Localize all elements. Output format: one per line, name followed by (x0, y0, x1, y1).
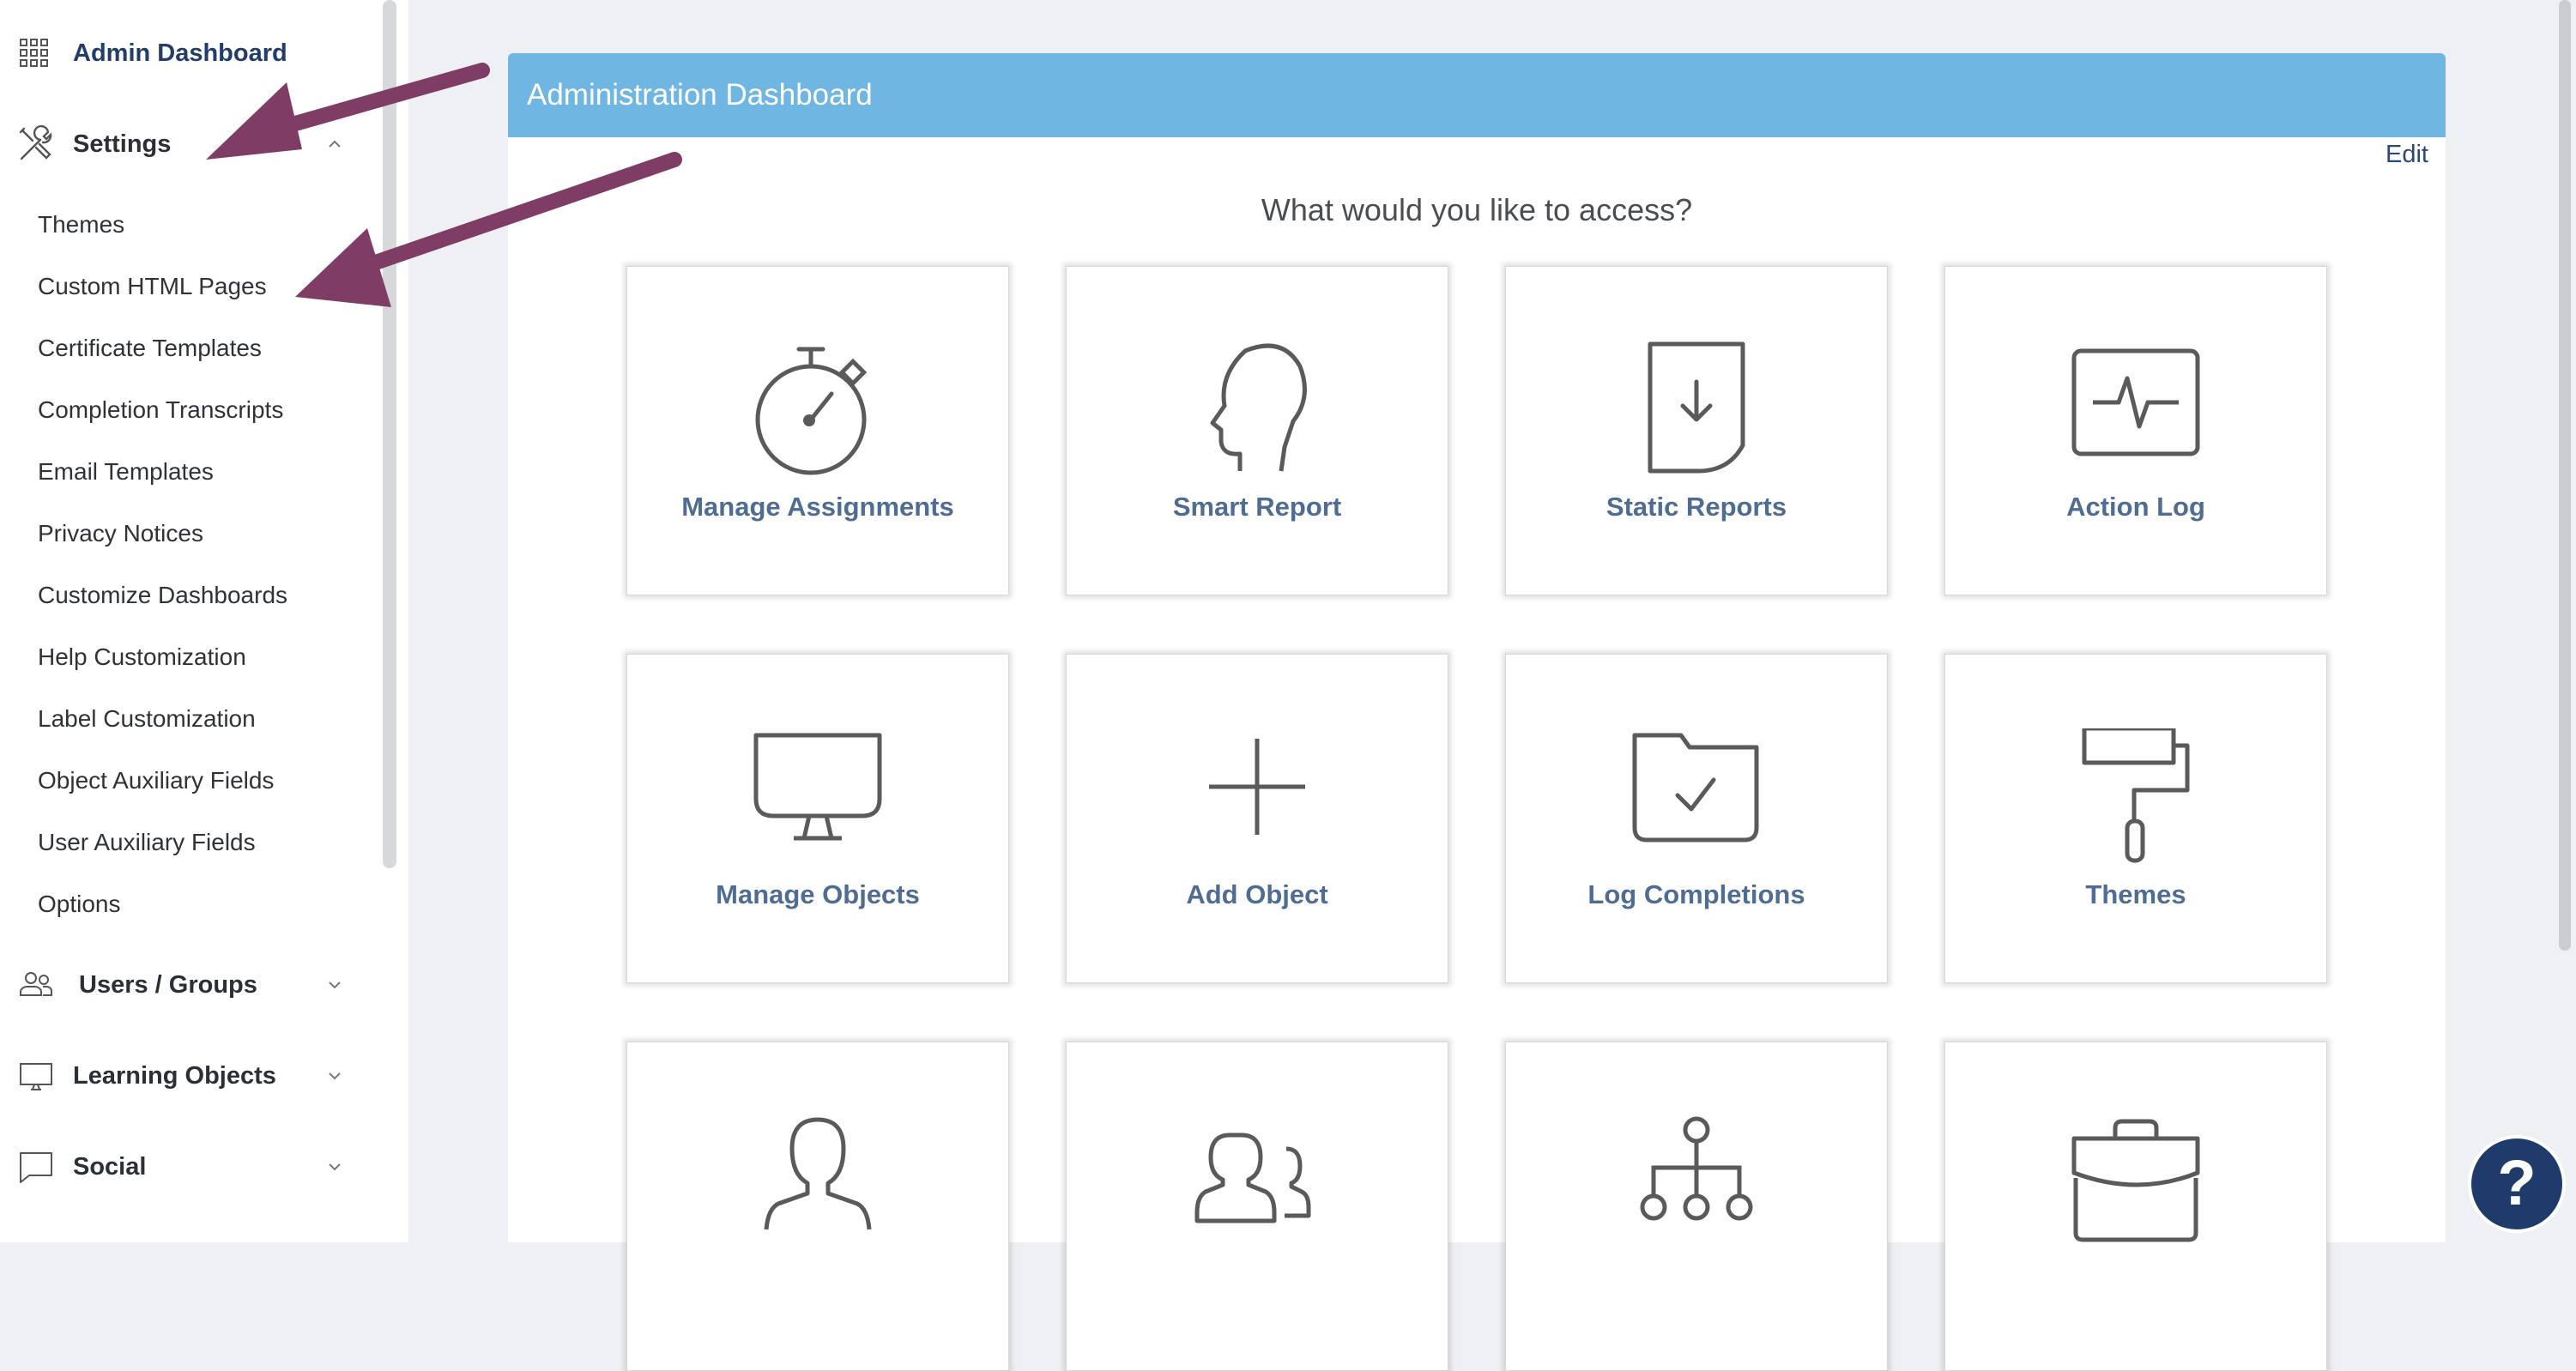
arrow-to-custom-html-pages (295, 152, 682, 307)
annotation-arrows (206, 63, 682, 307)
arrow-to-settings (206, 63, 490, 160)
help-button[interactable]: ? (2468, 1135, 2566, 1233)
page-scrollbar[interactable] (2559, 0, 2571, 951)
